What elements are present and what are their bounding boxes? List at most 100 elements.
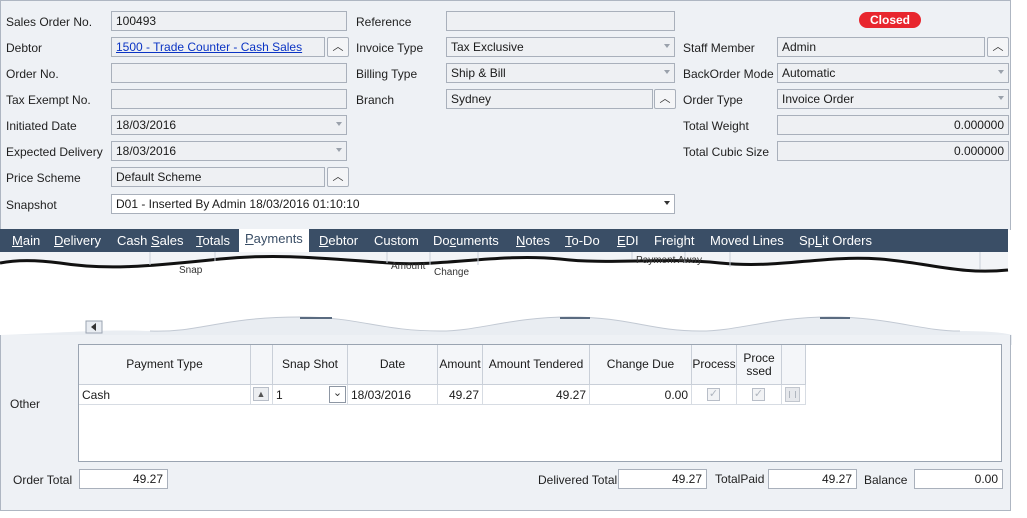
staff-member-label: Staff Member — [683, 41, 755, 55]
order-type-label: Order Type — [683, 93, 743, 107]
total-weight-field: 0.000000 — [777, 115, 1009, 135]
price-scheme-field[interactable]: Default Scheme — [111, 167, 325, 187]
column-header-processed[interactable]: Processed — [737, 345, 782, 385]
dropdown-arrow-icon[interactable] — [336, 148, 342, 152]
dropdown-arrow-icon[interactable] — [664, 44, 670, 48]
dropdown-arrow-icon[interactable] — [998, 96, 1004, 100]
row-lookup-button[interactable]: ▲ — [251, 385, 273, 405]
total-paid-field: 49.27 — [768, 469, 857, 489]
total-paid-label: TotalPaid — [715, 472, 765, 486]
column-header-amount-tendered[interactable]: Amount Tendered — [483, 345, 590, 385]
dropdown-arrow-icon[interactable] — [998, 70, 1004, 74]
status-badge: Closed — [859, 12, 921, 28]
branch-field[interactable]: Sydney — [446, 89, 653, 109]
branch-label: Branch — [356, 93, 395, 107]
cell-process: ✓ — [692, 385, 737, 405]
process-checkbox[interactable]: ✓ — [707, 388, 720, 401]
dropdown-arrow-icon[interactable] — [664, 70, 670, 74]
chevron-up-icon: ︿ — [332, 171, 344, 183]
reference-field[interactable] — [446, 11, 675, 31]
price-scheme-label: Price Scheme — [6, 171, 81, 185]
column-header-delete — [782, 345, 806, 385]
cell-date[interactable]: 18/03/2016 — [348, 385, 438, 405]
torn-paper-effect: Snap Amount Change Payment Away — [0, 252, 1012, 345]
column-header-amount[interactable]: Amount — [438, 345, 483, 385]
expected-delivery-label: Expected Delivery — [6, 145, 103, 159]
order-type-select[interactable]: Invoice Order — [777, 89, 1009, 109]
staff-member-lookup-button[interactable]: ︿ — [987, 37, 1009, 57]
sales-order-no-label: Sales Order No. — [6, 15, 93, 29]
initiated-date-field[interactable]: 18/03/2016 — [111, 115, 347, 135]
initiated-date-value: 18/03/2016 — [116, 118, 177, 132]
backorder-mode-label: BackOrder Mode — [683, 67, 774, 81]
cell-delete — [782, 385, 806, 405]
expected-delivery-field[interactable]: 18/03/2016 — [111, 141, 347, 161]
order-type-value: Invoice Order — [782, 92, 855, 106]
staff-member-field[interactable]: Admin — [777, 37, 985, 57]
processed-checkbox[interactable]: ✓ — [752, 388, 765, 401]
debtor-label: Debtor — [6, 41, 43, 55]
debtor-lookup-button[interactable]: ︿ — [327, 37, 349, 57]
snapshot-select[interactable]: D01 - Inserted By Admin 18/03/2016 01:10… — [111, 194, 675, 214]
branch-lookup-button[interactable]: ︿ — [654, 89, 676, 109]
section-label-other: Other — [10, 397, 41, 411]
order-no-label: Order No. — [6, 67, 59, 81]
billing-type-label: Billing Type — [356, 67, 418, 81]
debtor-link[interactable]: 1500 - Trade Counter - Cash Sales — [116, 40, 302, 54]
triangle-up-icon: ▲ — [253, 387, 269, 401]
order-total-field: 49.27 — [79, 469, 168, 489]
torn-fragment-payment-away: Payment Away — [636, 255, 702, 266]
order-total-label: Order Total — [13, 473, 73, 487]
cell-payment-type[interactable]: Cash — [79, 385, 251, 405]
debtor-field[interactable]: 1500 - Trade Counter - Cash Sales — [111, 37, 325, 57]
balance-field: 0.00 — [914, 469, 1003, 489]
invoice-type-select[interactable]: Tax Exclusive — [446, 37, 675, 57]
invoice-type-label: Invoice Type — [356, 41, 424, 55]
price-scheme-lookup-button[interactable]: ︿ — [327, 167, 349, 187]
delivered-total-field: 49.27 — [618, 469, 707, 489]
cell-change-due[interactable]: 0.00 — [590, 385, 692, 405]
cell-amount-tendered[interactable]: 49.27 — [483, 385, 590, 405]
total-cubic-size-label: Total Cubic Size — [683, 145, 770, 159]
total-cubic-size-field: 0.000000 — [777, 141, 1009, 161]
invoice-type-value: Tax Exclusive — [451, 40, 524, 54]
total-weight-label: Total Weight — [683, 119, 749, 133]
cell-amount[interactable]: 49.27 — [438, 385, 483, 405]
snap-shot-value: 1 — [276, 388, 283, 402]
order-no-field[interactable] — [111, 63, 347, 83]
torn-fragment-amount: Amount — [391, 261, 426, 272]
sales-order-no-field[interactable]: 100493 — [111, 11, 347, 31]
initiated-date-label: Initiated Date — [6, 119, 77, 133]
cell-processed: ✓ — [737, 385, 782, 405]
column-header-payment-type[interactable]: Payment Type — [79, 345, 251, 385]
reference-label: Reference — [356, 15, 412, 29]
billing-type-select[interactable]: Ship & Bill — [446, 63, 675, 83]
order-header-panel: Sales Order No. Debtor Order No. Tax Exe… — [0, 0, 1011, 230]
column-header-change-due[interactable]: Change Due — [590, 345, 692, 385]
expected-delivery-value: 18/03/2016 — [116, 144, 177, 158]
dropdown-arrow-icon[interactable] — [664, 201, 670, 205]
snapshot-value: D01 - Inserted By Admin 18/03/2016 01:10… — [116, 197, 360, 211]
column-header-date[interactable]: Date — [348, 345, 438, 385]
billing-type-value: Ship & Bill — [451, 66, 506, 80]
delivered-total-label: Delivered Total — [538, 473, 618, 487]
chevron-down-icon[interactable]: ⌄ — [329, 386, 346, 403]
payments-grid: Payment Type Snap Shot Date Amount Amoun… — [78, 344, 1002, 462]
backorder-mode-select[interactable]: Automatic — [777, 63, 1009, 83]
tax-exempt-no-field[interactable] — [111, 89, 347, 109]
chevron-up-icon: ︿ — [659, 93, 671, 105]
column-header-spacer — [251, 345, 273, 385]
torn-fragment-change: Change — [434, 267, 469, 278]
backorder-mode-value: Automatic — [782, 66, 836, 80]
balance-label: Balance — [864, 473, 908, 487]
snapshot-label: Snapshot — [6, 198, 57, 212]
column-header-snap-shot[interactable]: Snap Shot — [273, 345, 348, 385]
tax-exempt-no-label: Tax Exempt No. — [6, 93, 91, 107]
column-header-process[interactable]: Process — [692, 345, 737, 385]
chevron-up-icon: ︿ — [332, 41, 344, 53]
torn-fragment-snap: Snap — [179, 265, 203, 276]
dropdown-arrow-icon[interactable] — [336, 122, 342, 126]
cell-snap-shot[interactable]: 1 ⌄ — [273, 385, 348, 405]
chevron-up-icon: ︿ — [992, 41, 1004, 53]
trash-icon[interactable] — [785, 387, 800, 402]
